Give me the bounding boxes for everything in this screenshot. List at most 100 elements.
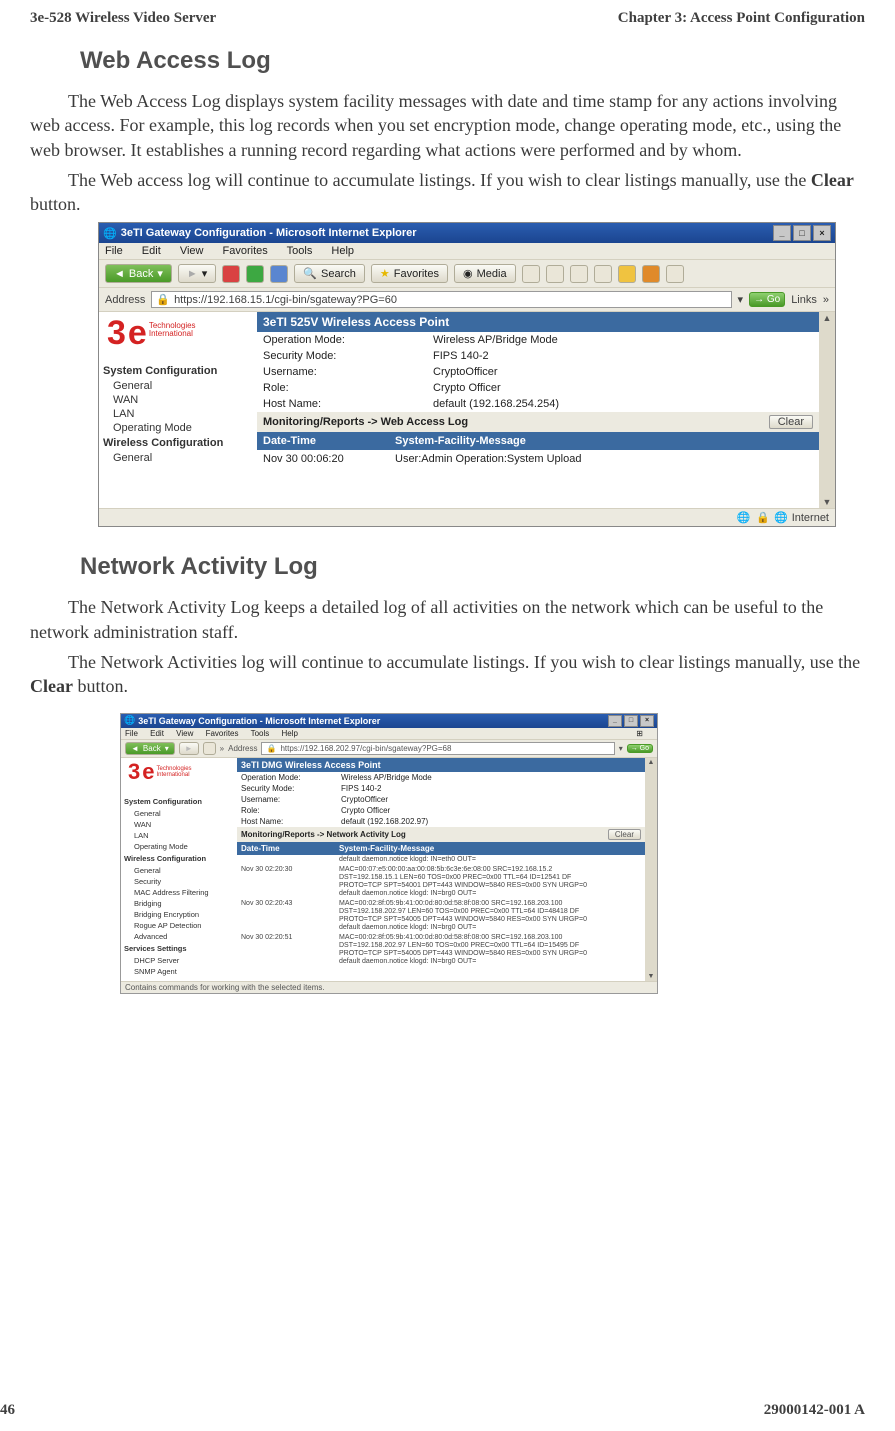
logo-3: 3: [107, 318, 126, 349]
section-title: Monitoring/Reports -> Network Activity L…: [241, 830, 406, 839]
menu-tools[interactable]: Tools: [251, 729, 270, 738]
forward-arrow-icon: ►: [187, 268, 198, 280]
history-icon[interactable]: [522, 265, 540, 283]
nav-item-lan[interactable]: LAN: [103, 407, 253, 421]
print-icon[interactable]: [570, 265, 588, 283]
clear-button[interactable]: Clear: [608, 829, 641, 840]
nav-item-wan[interactable]: WAN: [103, 393, 253, 407]
nav-heading-system: System Configuration: [103, 363, 253, 379]
vertical-scrollbar[interactable]: ▲▼: [819, 312, 835, 508]
back-arrow-icon: ◄: [114, 268, 125, 280]
menu-help[interactable]: Help: [282, 729, 298, 738]
scroll-down-icon[interactable]: ▼: [647, 972, 656, 981]
extra-icon[interactable]: [666, 265, 684, 283]
toolbar-chevron-icon[interactable]: »: [220, 744, 224, 753]
maximize-button[interactable]: □: [624, 715, 638, 727]
links-label[interactable]: Links: [791, 294, 817, 306]
messenger-icon[interactable]: [642, 265, 660, 283]
stop-icon[interactable]: [222, 265, 240, 283]
scroll-up-icon[interactable]: ▲: [647, 758, 656, 767]
search-button[interactable]: 🔍Search: [294, 264, 365, 283]
nav-item[interactable]: DHCP Server: [124, 955, 234, 966]
ap-title: 3eTI DMG Wireless Access Point: [237, 758, 645, 772]
maximize-button[interactable]: □: [793, 225, 811, 241]
forward-button[interactable]: ►▾: [178, 264, 216, 283]
menu-help[interactable]: Help: [331, 245, 354, 257]
logo-subtitle: Technologies International: [149, 322, 196, 338]
main-pane: 3eTI 525V Wireless Access Point Operatio…: [257, 312, 819, 508]
nav-item-wireless-general[interactable]: General: [103, 451, 253, 465]
ie-logo-icon: ⊞: [636, 729, 643, 738]
menu-edit[interactable]: Edit: [150, 729, 164, 738]
menu-view[interactable]: View: [180, 245, 204, 257]
media-button[interactable]: ◉Media: [454, 264, 516, 283]
address-label: Address: [105, 294, 145, 306]
menu-tools[interactable]: Tools: [287, 245, 313, 257]
close-button[interactable]: ×: [813, 225, 831, 241]
scroll-up-icon[interactable]: ▲: [822, 312, 833, 324]
back-button[interactable]: ◄Back▾: [125, 742, 175, 755]
zone-text: Internet: [792, 512, 829, 524]
menu-edit[interactable]: Edit: [142, 245, 161, 257]
kv-row: Security Mode:FIPS 140-2: [237, 783, 645, 794]
kv-row: Security Mode:FIPS 140-2: [257, 348, 819, 364]
refresh-icon[interactable]: [246, 265, 264, 283]
para-web-access-2: The Web access log will continue to accu…: [30, 168, 865, 217]
kv-key: Role:: [263, 382, 433, 394]
clear-button[interactable]: Clear: [769, 415, 813, 429]
menu-file[interactable]: File: [105, 245, 123, 257]
address-input[interactable]: 🔒https://192.168.202.97/cgi-bin/sgateway…: [261, 742, 614, 755]
menu-favorites[interactable]: Favorites: [206, 729, 239, 738]
links-chevron-icon[interactable]: »: [823, 294, 829, 306]
nav-item[interactable]: MAC Address Filtering: [124, 887, 234, 898]
col-datetime: Date-Time: [237, 842, 335, 855]
back-arrow-icon: ◄: [131, 744, 139, 753]
nav-heading-wireless: Wireless Configuration: [103, 435, 253, 451]
address-input[interactable]: 🔒https://192.168.15.1/cgi-bin/sgateway?P…: [151, 291, 731, 308]
col-message: System-Facility-Message: [389, 432, 819, 450]
scroll-down-icon[interactable]: ▼: [822, 496, 833, 508]
page-content: 3e Technologies International System Con…: [121, 758, 645, 982]
nav-item[interactable]: Bridging Encryption: [124, 909, 234, 920]
nav-item[interactable]: Operating Mode: [124, 841, 234, 852]
screenshot-web-access-log: 🌐 3eTI Gateway Configuration - Microsoft…: [98, 222, 836, 527]
nav-item[interactable]: General: [124, 808, 234, 819]
kv-val: Crypto Officer: [433, 382, 501, 394]
search-icon: 🔍: [303, 267, 317, 280]
address-dropdown-icon[interactable]: ▾: [738, 293, 744, 306]
nav-item[interactable]: Rogue AP Detection: [124, 920, 234, 931]
mail-icon[interactable]: [546, 265, 564, 283]
kv-row: Host Name:default (192.168.254.254): [257, 396, 819, 412]
nav-item-opmode[interactable]: Operating Mode: [103, 421, 253, 435]
go-button[interactable]: → Go: [749, 292, 785, 307]
vertical-scrollbar[interactable]: ▲▼: [645, 758, 657, 982]
media-icon: ◉: [463, 267, 473, 280]
nav-item[interactable]: SNMP Agent: [124, 966, 234, 977]
back-button[interactable]: ◄Back▾: [105, 264, 172, 283]
stop-icon[interactable]: [203, 742, 216, 755]
home-icon[interactable]: [270, 265, 288, 283]
kv-val: default (192.168.254.254): [433, 398, 559, 410]
nav-item[interactable]: WAN: [124, 819, 234, 830]
page-number: 46: [0, 1402, 15, 1419]
menu-favorites[interactable]: Favorites: [223, 245, 268, 257]
nav-item-general[interactable]: General: [103, 379, 253, 393]
close-button[interactable]: ×: [640, 715, 654, 727]
nav-item[interactable]: Bridging: [124, 898, 234, 909]
minimize-button[interactable]: _: [608, 715, 622, 727]
nav-item[interactable]: LAN: [124, 830, 234, 841]
ie-icon: 🌐: [103, 227, 117, 240]
nav-item[interactable]: General: [124, 865, 234, 876]
favorites-button[interactable]: ★Favorites: [371, 264, 448, 283]
address-dropdown-icon[interactable]: ▾: [619, 744, 623, 753]
forward-button[interactable]: ►: [179, 742, 199, 755]
menu-view[interactable]: View: [176, 729, 193, 738]
nav-item[interactable]: Security: [124, 876, 234, 887]
minimize-button[interactable]: _: [773, 225, 791, 241]
nav-item[interactable]: Advanced: [124, 931, 234, 942]
status-bar: Contains commands for working with the s…: [121, 981, 657, 993]
go-button[interactable]: → Go: [627, 744, 653, 753]
edit-icon[interactable]: [594, 265, 612, 283]
discuss-icon[interactable]: [618, 265, 636, 283]
menu-file[interactable]: File: [125, 729, 138, 738]
